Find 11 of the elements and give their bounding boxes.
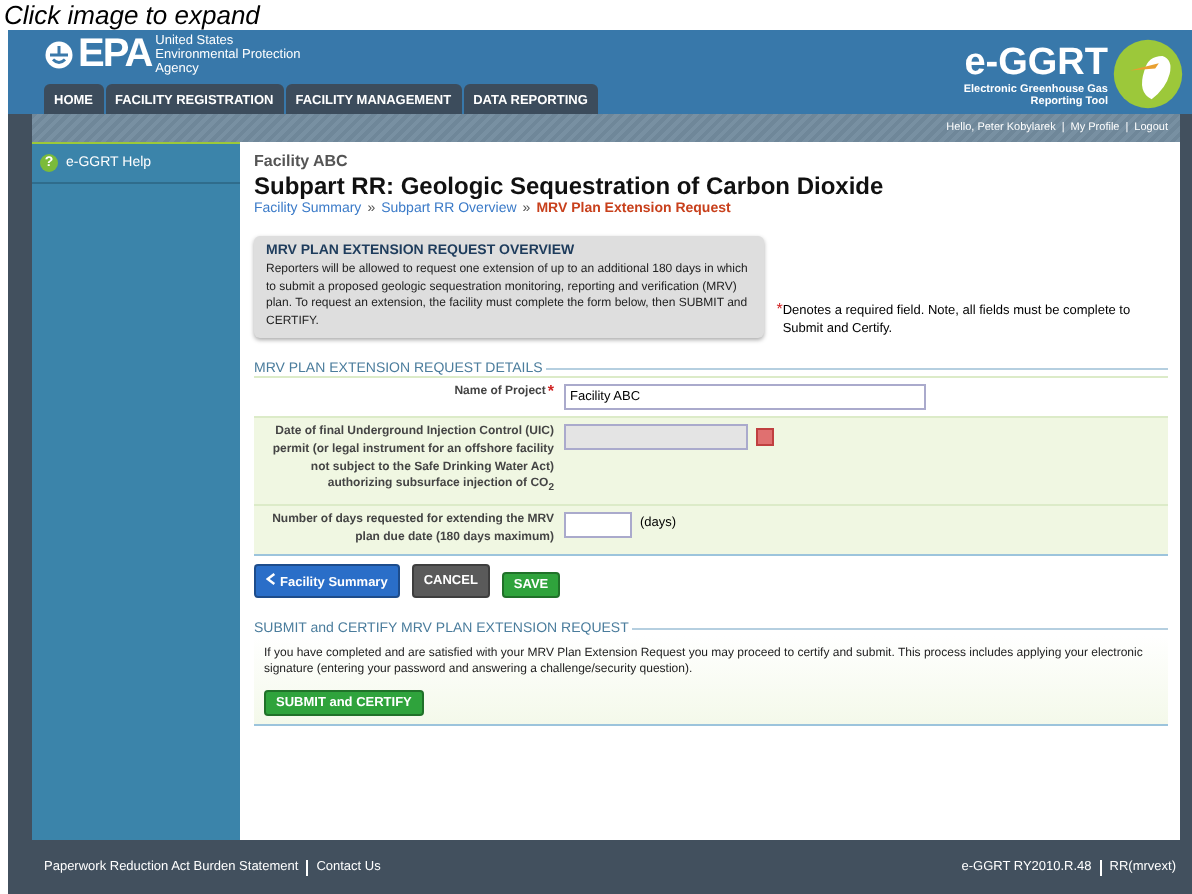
app-logo-text: e-GGRT (963, 43, 1108, 83)
bird-logo-icon (1112, 38, 1184, 110)
required-asterisk: * (547, 384, 554, 400)
facility-name: Facility ABC (254, 152, 350, 172)
calendar-icon[interactable] (756, 428, 774, 446)
number-input[interactable] (564, 512, 632, 539)
flower-logo-icon (44, 39, 74, 69)
page-title: Subpart RR: Geologic Sequestration of Carbon Dioxide (254, 172, 886, 200)
required-asterisk: * (776, 302, 783, 322)
image-caption: Click image to expand (2, 0, 263, 30)
agency-logo-text: EPA (78, 34, 152, 74)
